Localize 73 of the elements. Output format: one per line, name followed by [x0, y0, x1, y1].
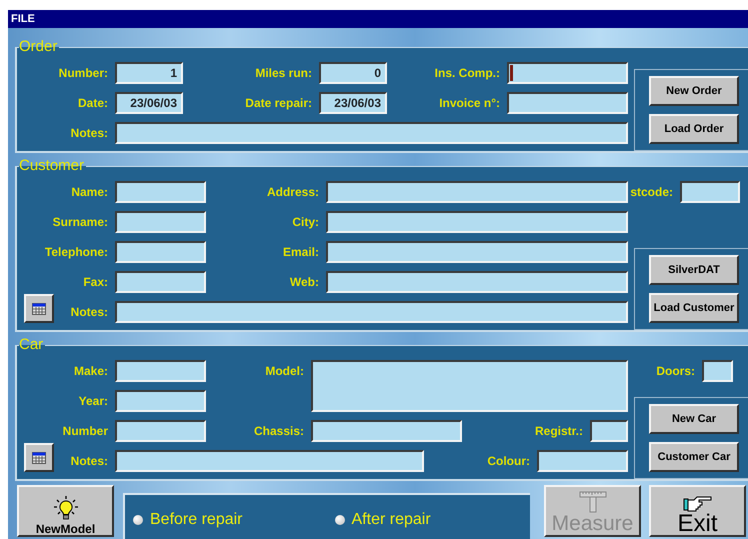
section-title: Customer: [19, 159, 86, 173]
input-field[interactable]: [311, 360, 628, 412]
field-label: Invoice n°:: [439, 95, 501, 112]
exit-button[interactable]: Exit: [649, 485, 746, 537]
field-label: Notes:: [70, 453, 109, 470]
panel-button[interactable]: Load Order: [649, 114, 739, 144]
calendar-icon: [32, 302, 46, 314]
radio-option[interactable]: Before repair: [133, 508, 242, 532]
panel-button[interactable]: New Car: [649, 404, 739, 434]
new-model-button[interactable]: NewModel: [17, 485, 114, 537]
calendar-icon: [32, 452, 46, 464]
field-label: Date:: [78, 95, 109, 112]
section-title: Car: [19, 338, 44, 352]
field-label: Telephone:: [44, 244, 109, 261]
radio-option[interactable]: After repair: [334, 508, 431, 532]
field-label: Registr.:: [534, 423, 584, 440]
input-field[interactable]: [115, 390, 206, 412]
section-title: Order: [19, 40, 58, 54]
field-label: Email:: [282, 244, 320, 261]
field-label: Number: [62, 423, 109, 440]
lightbulb-icon: [52, 495, 78, 521]
field-label: Surname:: [52, 214, 109, 231]
field-label: Model:: [265, 363, 305, 380]
field-label: stcode:: [630, 184, 674, 201]
input-field[interactable]: [326, 271, 628, 293]
field-label: Miles run:: [255, 65, 313, 82]
input-field[interactable]: [115, 271, 206, 293]
input-field[interactable]: [115, 450, 424, 472]
field-label: Address:: [266, 184, 320, 201]
input-field[interactable]: [115, 122, 628, 144]
input-field[interactable]: [326, 211, 628, 233]
field-label: Colour:: [487, 453, 531, 470]
window-title: FILE: [11, 12, 35, 26]
field-label: Number:: [58, 65, 109, 82]
input-field[interactable]: [507, 92, 628, 114]
panel-button[interactable]: Load Customer: [649, 293, 739, 323]
input-field[interactable]: 23/06/03: [115, 92, 183, 114]
field-label: Ins. Comp.:: [434, 65, 501, 82]
input-field[interactable]: [326, 241, 628, 263]
input-field[interactable]: 23/06/03: [319, 92, 387, 114]
input-field[interactable]: [507, 62, 628, 84]
input-field[interactable]: [537, 450, 628, 472]
pointing-hand-icon: [682, 495, 712, 513]
field-label: Notes:: [70, 125, 109, 142]
input-field[interactable]: [115, 301, 628, 323]
field-label: Fax:: [83, 274, 109, 291]
field-label: Name:: [71, 184, 109, 201]
ruler-icon: [578, 489, 608, 513]
panel-button[interactable]: SilverDAT: [649, 255, 739, 285]
field-label: Date repair:: [245, 95, 313, 112]
input-field[interactable]: [115, 241, 206, 263]
input-field[interactable]: 0: [319, 62, 387, 84]
field-label: Notes:: [70, 304, 109, 321]
calendar-button[interactable]: [24, 294, 54, 323]
input-field[interactable]: [311, 420, 462, 442]
input-field[interactable]: [115, 360, 206, 382]
calendar-button[interactable]: [24, 443, 54, 472]
input-field[interactable]: 1: [115, 62, 183, 84]
input-field[interactable]: [326, 181, 628, 203]
field-label: City:: [292, 214, 320, 231]
input-field[interactable]: [115, 420, 206, 442]
panel-button[interactable]: Customer Car: [649, 442, 739, 472]
field-label: Web:: [290, 274, 320, 291]
input-field[interactable]: [115, 211, 206, 233]
field-label: Year:: [78, 393, 109, 410]
field-label: Make:: [74, 363, 109, 380]
field-label: Doors:: [656, 363, 696, 380]
input-field[interactable]: [702, 360, 733, 382]
input-field[interactable]: [680, 181, 740, 203]
input-field[interactable]: [115, 181, 206, 203]
panel-button[interactable]: New Order: [649, 76, 739, 106]
input-field[interactable]: [590, 420, 628, 442]
field-label: Chassis:: [254, 423, 305, 440]
